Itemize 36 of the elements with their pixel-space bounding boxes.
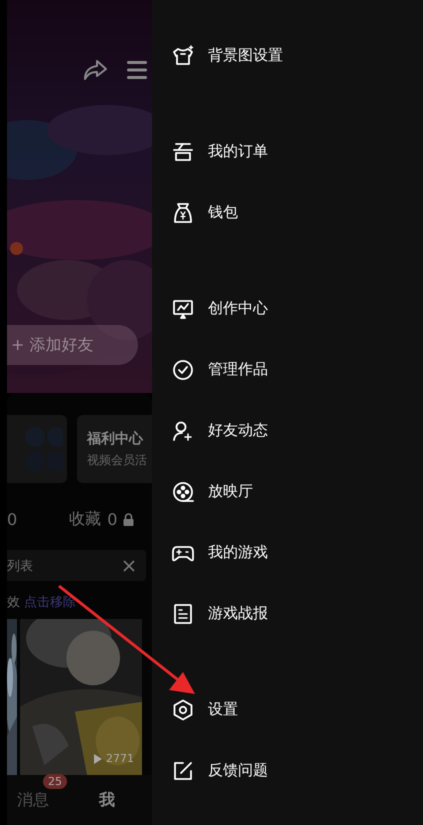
welfare-card[interactable]: 福利中心 视频会员活	[77, 415, 152, 483]
tshirt-icon	[172, 44, 194, 66]
banner-text: 列表	[7, 558, 33, 574]
play-count: 2771	[106, 752, 134, 765]
menu-item[interactable]: 反馈问题	[152, 740, 423, 801]
settings-icon	[172, 698, 194, 720]
close-icon[interactable]	[122, 558, 136, 572]
play-icon	[94, 754, 102, 764]
menu-item[interactable]: 放映厅	[152, 461, 423, 522]
stat-value: 0	[107, 510, 118, 529]
menu-item[interactable]: 背景图设置	[152, 25, 423, 86]
report-icon	[172, 602, 194, 624]
card-subtitle: 视频会员活	[87, 452, 148, 468]
lock-icon	[123, 513, 134, 526]
wallet-icon	[172, 202, 194, 224]
menu-item[interactable]: 我的游戏	[152, 522, 423, 583]
notice-text: 效	[7, 594, 20, 611]
menu-item[interactable]: 好友动态	[152, 400, 423, 461]
film-reel-icon	[172, 480, 194, 502]
stat-value: 0	[7, 510, 18, 529]
menu-item[interactable]: 创作中心	[152, 278, 423, 339]
share-icon[interactable]	[82, 58, 108, 82]
menu-item[interactable]: 钱包	[152, 182, 423, 243]
menu-item[interactable]: 游戏战报	[152, 583, 423, 644]
nav-tab[interactable]: 我	[99, 790, 115, 810]
card-title: 福利中心	[87, 430, 144, 448]
menu-item[interactable]: 管理作品	[152, 339, 423, 400]
feedback-icon	[172, 760, 194, 782]
menu-item[interactable]: 设置	[152, 679, 423, 740]
count-badge: 25	[43, 774, 67, 788]
add-friend-button[interactable]: + 添加好友	[7, 325, 138, 365]
menu-item[interactable]: 我的订单	[152, 121, 423, 182]
menu-icon[interactable]	[126, 60, 148, 80]
friend-icon	[172, 420, 194, 442]
stat-label: 收藏	[69, 509, 102, 530]
check-circle-icon	[172, 358, 194, 380]
